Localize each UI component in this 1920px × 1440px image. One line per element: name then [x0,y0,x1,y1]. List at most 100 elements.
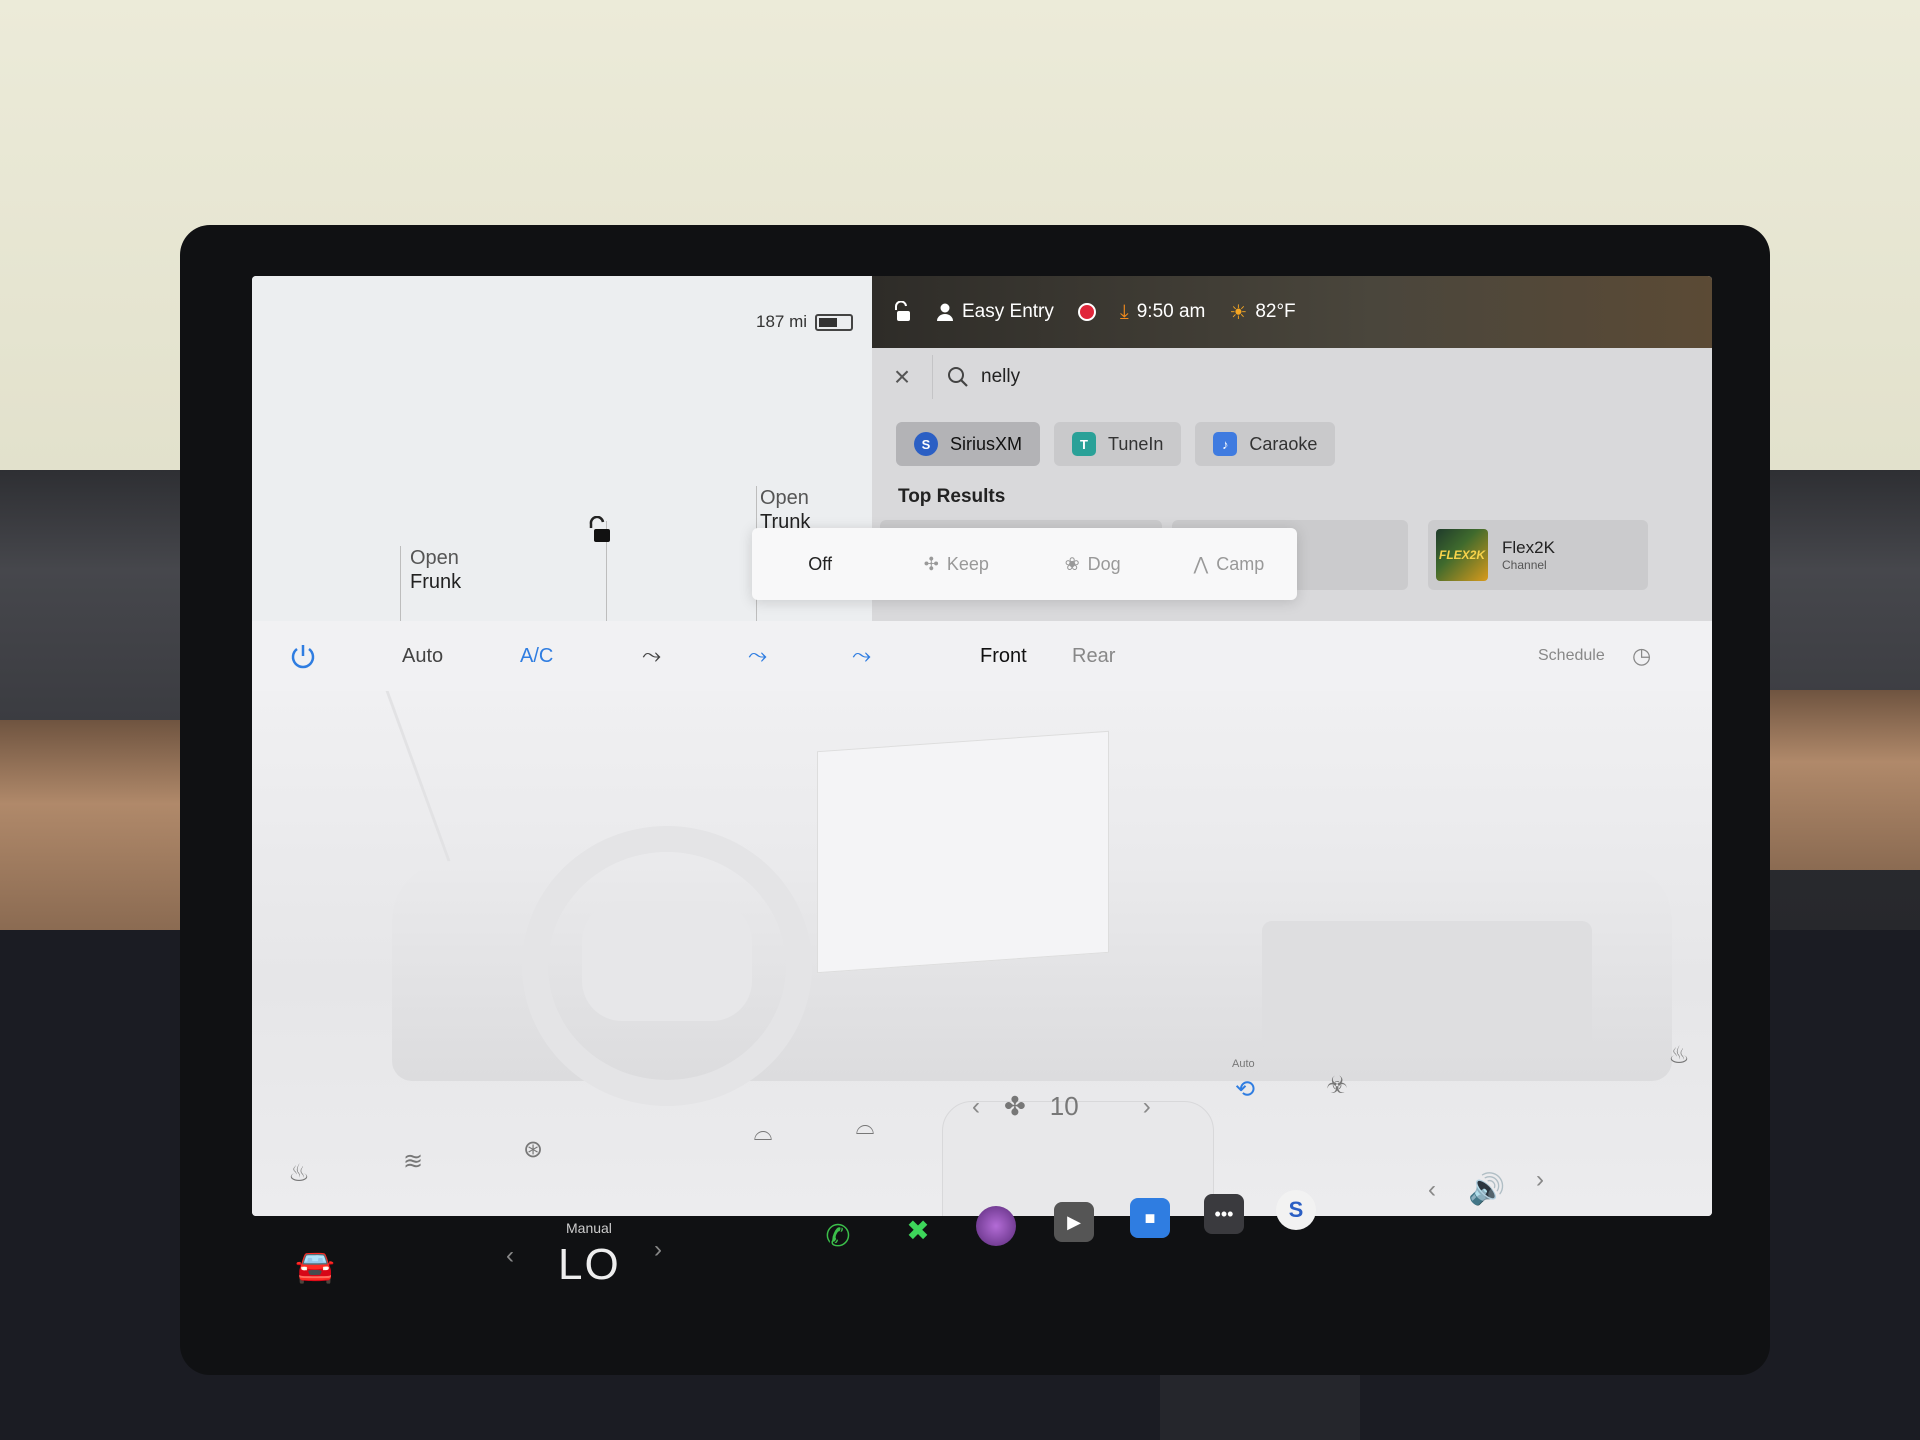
open-trunk-button[interactable]: Open Trunk [760,486,810,534]
fan-icon: ✤ [1004,1091,1026,1121]
rear-defrost-icon[interactable]: ≋ [396,1144,430,1178]
airflow-feet-icon[interactable]: ⤳ [748,642,767,670]
search-icon [948,367,968,387]
trunk-line1: Open [760,487,809,509]
power-icon[interactable] [288,641,318,671]
open-frunk-button[interactable]: Open Frunk [410,546,461,594]
volume-increase-button[interactable]: › [1536,1166,1544,1194]
auto-button[interactable]: Auto [402,645,443,668]
mode-off[interactable]: Off [752,554,888,575]
range-value: 187 mi [756,312,808,331]
recirc-mode-label: Auto [1232,1058,1255,1070]
fan-icon: ✣ [923,553,939,574]
car-icon[interactable]: 🚘 [290,1246,340,1286]
flex2k-logo: FLEX2K [1436,529,1488,581]
bioweapon-defense-icon[interactable]: ☣ [1320,1068,1354,1102]
search-query: nelly [981,366,1021,387]
clock: ⤓ 9:50 am [1120,301,1206,324]
result-subtitle: Channel [1502,558,1547,572]
rear-window-defrost-icon[interactable]: ⌓ [848,1110,882,1144]
climate-bar: Auto A/C ⤳ ⤳ ⤳ Front Rear Schedule ◷ [252,621,1712,691]
source-chip-tunein[interactable]: T TuneIn [1054,422,1182,466]
frunk-line2: Frunk [410,571,462,593]
source-chip-siriusxm[interactable]: S SiriusXM [896,422,1041,466]
fan-speed-value: 10 [1049,1091,1079,1121]
mode-label: Keep [946,553,989,574]
zoom-video-icon[interactable]: ■ [1130,1198,1170,1238]
fan-increase-button[interactable]: › [1143,1093,1151,1121]
status-bar: Easy Entry ⤓ 9:50 am ☀ 82°F [872,276,1712,348]
download-icon[interactable]: ⤓ [1120,301,1129,324]
theater-icon[interactable]: ▶ [1054,1202,1094,1242]
phone-icon[interactable]: ✆ [818,1216,858,1256]
front-defrost-icon[interactable]: ⌓ [746,1116,780,1150]
airflow-windshield-icon[interactable]: ⤳ [852,642,871,670]
temp-increase-button[interactable]: › [654,1236,662,1264]
result-title: Flex2K [1502,538,1555,557]
ac-button[interactable]: A/C [520,645,553,668]
temperature-setting[interactable]: LO [558,1240,621,1290]
mode-keep[interactable]: ✣ Keep [888,554,1024,575]
steering-hub [582,901,752,1021]
schedule-button[interactable]: Schedule [1538,647,1605,665]
mode-camp[interactable]: ⋀ Camp [1161,554,1297,575]
recirculation-icon[interactable]: ⟲ [1228,1072,1262,1106]
outside-temperature: 82°F [1255,301,1296,322]
frunk-line1: Open [410,547,459,569]
top-results-heading: Top Results [898,486,1006,507]
temp-decrease-button[interactable]: ‹ [506,1242,514,1270]
chip-label: TuneIn [1108,433,1164,454]
glovebox [1262,921,1592,1051]
search-input[interactable]: nelly [932,355,1692,399]
chip-label: SiriusXM [950,433,1023,454]
divider [400,546,401,621]
battery-icon [815,313,854,331]
temp-mode-label: Manual [566,1220,612,1236]
microphone-icon: ♪ [1213,432,1238,456]
arcade-icon[interactable]: ✖ [898,1210,938,1250]
clock-icon[interactable]: ◷ [1632,643,1651,669]
dashcam-record-icon[interactable] [1077,303,1096,321]
source-filters: S SiriusXM T TuneIn ♪ Caraoke [896,422,1336,466]
wood-trim-left [0,720,190,930]
person-icon [937,303,953,321]
mode-dog[interactable]: ❀ Dog [1025,554,1161,575]
steering-heater-icon[interactable]: ⊛ [516,1132,550,1166]
camera-app-icon[interactable] [976,1206,1016,1246]
mode-label: Off [808,553,832,574]
time-value: 9:50 am [1136,301,1206,322]
cabin-mode-selector: Off ✣ Keep ❀ Dog ⋀ Camp [752,528,1297,600]
unlock-icon[interactable] [586,516,614,546]
more-apps-icon[interactable]: ••• [1204,1194,1244,1234]
tab-front[interactable]: Front [980,645,1027,668]
mode-label: Dog [1087,553,1121,574]
siriusxm-app-icon[interactable]: S [1276,1190,1316,1230]
tunein-icon: T [1072,432,1097,456]
touchscreen: 187 mi Open Frunk Open Trunk Easy Entry … [252,276,1712,1216]
driver-profile[interactable]: Easy Entry [936,301,1054,323]
passenger-seat-heater-icon[interactable]: ♨ [1662,1038,1696,1072]
search-row: × nelly [872,348,1712,406]
mode-label: Camp [1216,553,1265,574]
chip-label: Caraoke [1249,433,1318,454]
cabin-interior-view [252,691,1712,1216]
result-card-flex2k[interactable]: FLEX2K Flex2K Channel [1428,520,1648,590]
fan-decrease-button[interactable]: ‹ [972,1093,980,1121]
fan-speed-control: ‹ ✤ 10 › [972,1091,1151,1122]
weather: ☀ 82°F [1229,300,1295,325]
tab-rear[interactable]: Rear [1072,645,1115,668]
profile-name: Easy Entry [962,301,1054,322]
volume-icon[interactable]: 🔊 [1468,1172,1505,1207]
airflow-face-icon[interactable]: ⤳ [642,642,661,670]
center-display [817,730,1109,974]
paw-icon: ❀ [1064,553,1080,574]
source-chip-caraoke[interactable]: ♪ Caraoke [1195,422,1336,466]
tent-icon: ⋀ [1193,553,1209,574]
close-icon[interactable]: × [872,361,932,393]
volume-decrease-button[interactable]: ‹ [1428,1176,1436,1204]
seat-heater-icon[interactable]: ♨ [282,1156,316,1190]
taskbar: 🚘 ‹ Manual LO › ✆ ✖ ▶ ■ ••• S ‹ 🔊 › [252,1166,1712,1326]
unlock-icon[interactable] [892,301,912,323]
sun-icon: ☀ [1229,301,1248,324]
siriusxm-icon: S [914,432,938,456]
